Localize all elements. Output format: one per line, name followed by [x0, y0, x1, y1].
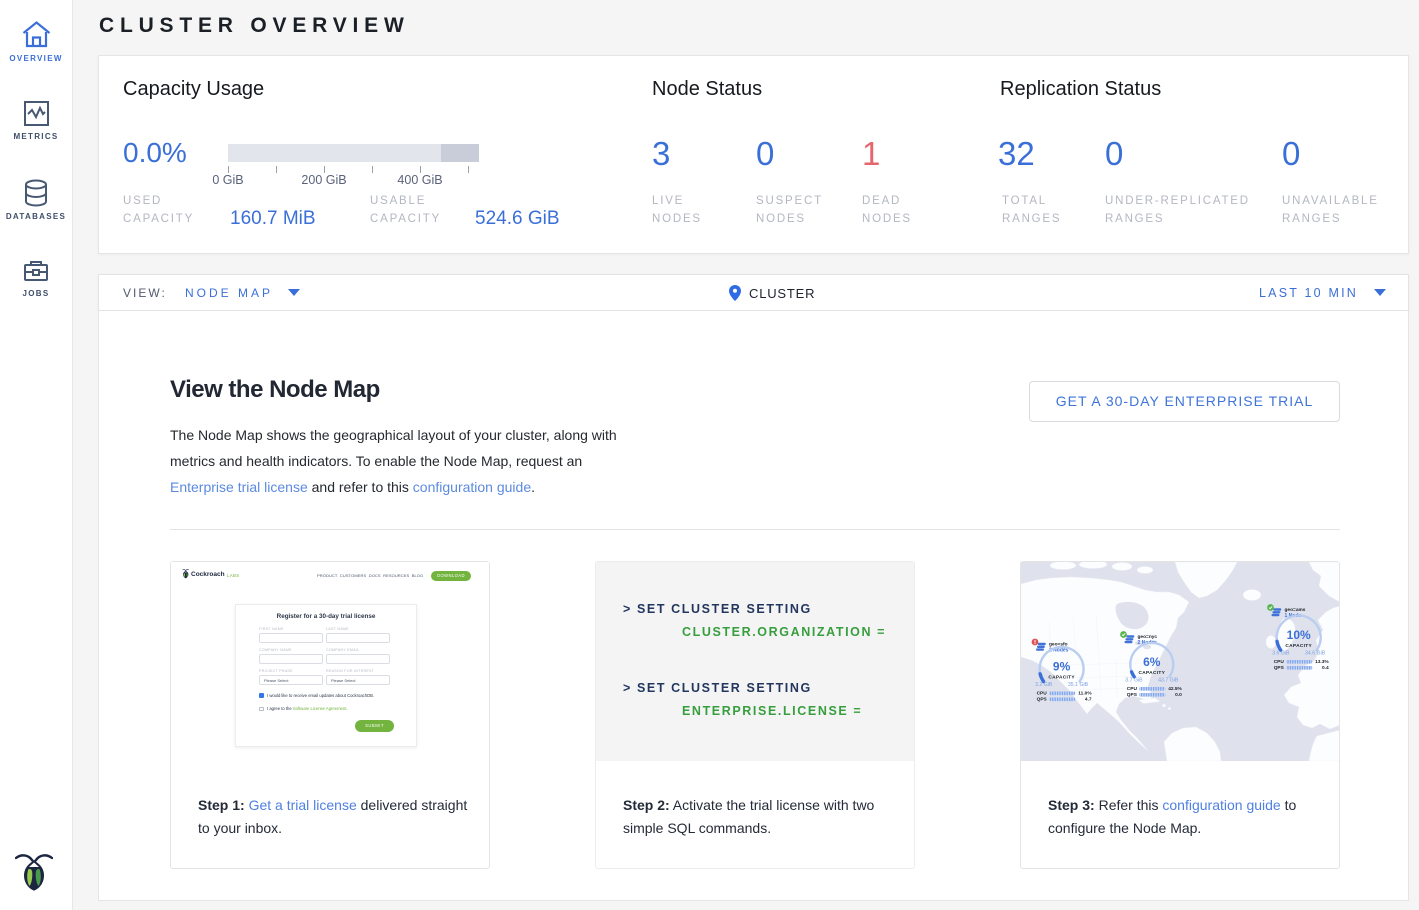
svg-text:CAPACITY: CAPACITY	[1139, 670, 1166, 676]
svg-text:CPU: CPU	[1037, 691, 1048, 697]
svg-text:9%: 9%	[1053, 660, 1071, 674]
svg-text:3.7 GiB: 3.7 GiB	[1125, 678, 1143, 684]
svg-text:43.7 GiB: 43.7 GiB	[1158, 678, 1179, 684]
svg-text:CAPACITY: CAPACITY	[1048, 675, 1075, 681]
svg-text:CPU: CPU	[1127, 686, 1138, 692]
svg-text:13.3%: 13.3%	[1315, 659, 1329, 665]
svg-text:3.2 GiB: 3.2 GiB	[1035, 682, 1053, 688]
svg-text:QPS: QPS	[1037, 697, 1048, 703]
svg-text:CPU: CPU	[1274, 659, 1285, 665]
svg-text:0.4: 0.4	[1322, 665, 1329, 671]
svg-text:0.0: 0.0	[1175, 692, 1182, 698]
svg-text:QPS: QPS	[1274, 665, 1285, 671]
svg-text:42.5%: 42.5%	[1168, 686, 1182, 692]
svg-text:10%: 10%	[1287, 628, 1311, 642]
svg-text:35.1 GiB: 35.1 GiB	[1068, 682, 1089, 688]
svg-text:QPS: QPS	[1127, 692, 1138, 698]
svg-text:6%: 6%	[1143, 655, 1161, 669]
svg-text:4.7: 4.7	[1085, 697, 1092, 703]
svg-text:34.6 GiB: 34.6 GiB	[1305, 651, 1326, 657]
svg-text:11.0%: 11.0%	[1078, 691, 1092, 697]
svg-text:3.6 GiB: 3.6 GiB	[1272, 651, 1290, 657]
svg-text:CAPACITY: CAPACITY	[1285, 643, 1312, 649]
